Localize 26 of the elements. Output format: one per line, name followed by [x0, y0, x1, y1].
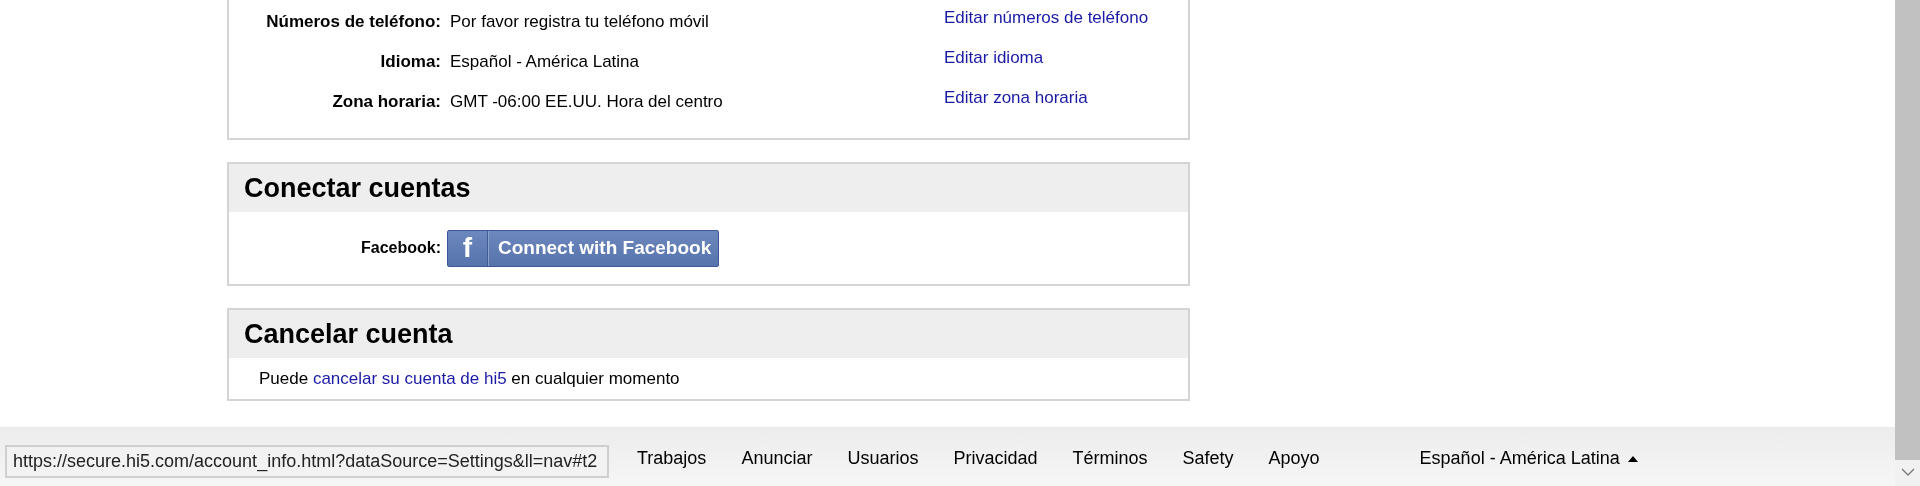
facebook-connect-button[interactable]: f Connect with Facebook: [447, 229, 720, 267]
language-selector[interactable]: Español - América Latina: [1419, 448, 1638, 469]
scroll-down-icon[interactable]: [1900, 468, 1915, 476]
cancel-text: Puede cancelar su cuenta de hi5 en cualquier momento: [259, 368, 680, 389]
cancel-account-link[interactable]: cancelar su cuenta de hi5: [312, 368, 507, 388]
field-value: GMT -06:00 EE.UU. Hora del centro: [449, 91, 724, 112]
field-label: Facebook:: [360, 239, 441, 257]
edit-link[interactable]: Editar idioma: [944, 44, 1044, 68]
section-title: Cancelar cuenta: [229, 310, 1188, 358]
field-label: Números de teléfono:: [265, 11, 441, 32]
field-label: Zona horaria:: [331, 91, 441, 112]
field-value: Español - América Latina: [449, 51, 640, 72]
footer-link[interactable]: Usuarios: [847, 448, 919, 469]
section-title: Conectar cuentas: [229, 164, 1188, 212]
footer-link[interactable]: Términos: [1072, 448, 1148, 469]
field-label: Idioma:: [379, 51, 441, 72]
footer-link[interactable]: Privacidad: [953, 448, 1038, 469]
footer-link[interactable]: Trabajos: [637, 448, 707, 469]
footer-link[interactable]: Safety: [1182, 448, 1234, 469]
field-value: Por favor registra tu teléfono móvil: [449, 11, 710, 32]
footer-link[interactable]: Apoyo: [1268, 448, 1320, 469]
edit-link[interactable]: Editar números de teléfono: [944, 4, 1149, 28]
footer-link[interactable]: Anunciar: [741, 448, 813, 469]
edit-link[interactable]: Editar zona horaria: [944, 84, 1088, 108]
caret-icon[interactable]: [1627, 455, 1638, 462]
status-bar-url: https://secure.hi5.com/account_info.html?dataSource=Settings&ll=nav#t2: [5, 445, 609, 478]
